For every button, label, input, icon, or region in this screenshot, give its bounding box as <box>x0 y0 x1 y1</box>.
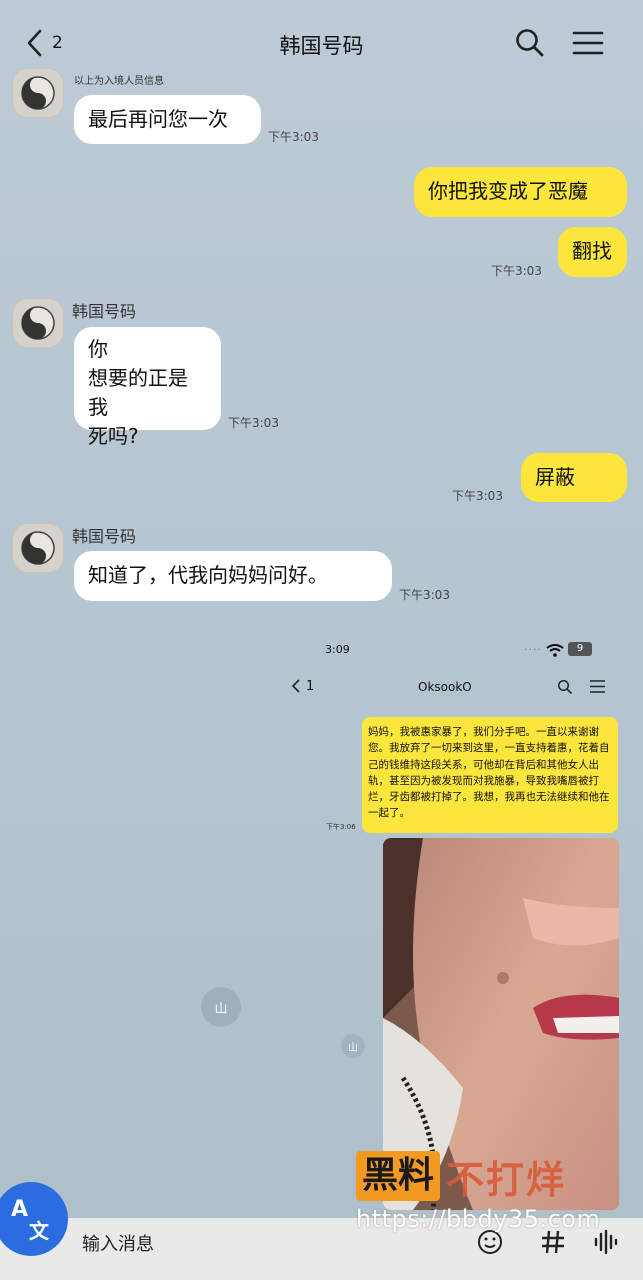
embedded-message-bubble: 妈妈，我被惠家暴了，我们分手吧。一直以来谢谢您。我放弃了一切来到这里，一直支持着… <box>362 717 618 833</box>
message-time: 下午3:03 <box>491 264 542 278</box>
message-bubble[interactable]: 知道了，代我向妈妈问好。 <box>74 551 392 601</box>
embedded-chip: 山 <box>341 1034 365 1058</box>
yin-yang-icon <box>21 306 55 340</box>
watermark-logo: 黑料 <box>356 1151 441 1201</box>
message-time: 下午3:03 <box>452 489 503 503</box>
message-time: 下午3:03 <box>228 416 279 430</box>
embedded-search-icon <box>557 679 573 699</box>
system-note: 以上为入境人员信息 <box>74 76 164 87</box>
translate-icon: A 文 <box>9 1197 53 1243</box>
embedded-message-time: 下午3:06 <box>326 823 356 831</box>
embedded-menu-icon <box>589 679 606 698</box>
translate-char: 文 <box>29 1219 49 1243</box>
avatar[interactable] <box>12 68 64 118</box>
my-message-bubble[interactable]: 翻找 <box>558 227 627 277</box>
message-bubble[interactable]: 你 想要的正是我 死吗? <box>74 327 221 448</box>
embedded-back-count: 1 <box>306 678 315 694</box>
my-message-bubble[interactable]: 你把我变成了恶魔 <box>414 167 627 217</box>
watermark-text: 不打烊 <box>446 1157 567 1202</box>
yin-yang-icon <box>21 76 55 110</box>
message-bubble[interactable]: 最后再问您一次 <box>74 95 261 144</box>
embedded-back-button: 1 <box>290 678 314 694</box>
message-line: 死吗? <box>88 424 139 448</box>
yin-yang-icon <box>21 531 55 565</box>
embedded-title: OksookO <box>418 680 472 694</box>
battery-indicator: 9 <box>568 642 592 656</box>
message-line: 你 <box>88 337 108 361</box>
menu-icon[interactable] <box>571 26 605 60</box>
chevron-left-icon <box>291 679 300 693</box>
avatar[interactable] <box>12 523 64 573</box>
message-line: 想要的正是我 <box>88 366 188 419</box>
watermark-url: https://bbdy35.com <box>356 1205 601 1233</box>
embedded-signal-dots: .... <box>524 640 542 653</box>
message-input[interactable]: 输入消息 <box>82 1230 154 1256</box>
embedded-status-time: 3:09 <box>325 643 350 656</box>
search-icon[interactable] <box>513 26 547 60</box>
watermark: 黑料 不打烊 <box>356 1150 566 1202</box>
sender-name: 韩国号码 <box>72 302 137 321</box>
floating-chip[interactable]: 山 <box>201 987 241 1027</box>
my-message-bubble[interactable]: 屏蔽 <box>521 453 627 502</box>
avatar[interactable] <box>12 298 64 348</box>
message-time: 下午3:03 <box>399 588 450 602</box>
wifi-icon <box>546 642 564 661</box>
translate-letter: A <box>11 1197 29 1222</box>
sender-name: 韩国号码 <box>72 527 137 546</box>
message-time: 下午3:03 <box>268 130 319 144</box>
